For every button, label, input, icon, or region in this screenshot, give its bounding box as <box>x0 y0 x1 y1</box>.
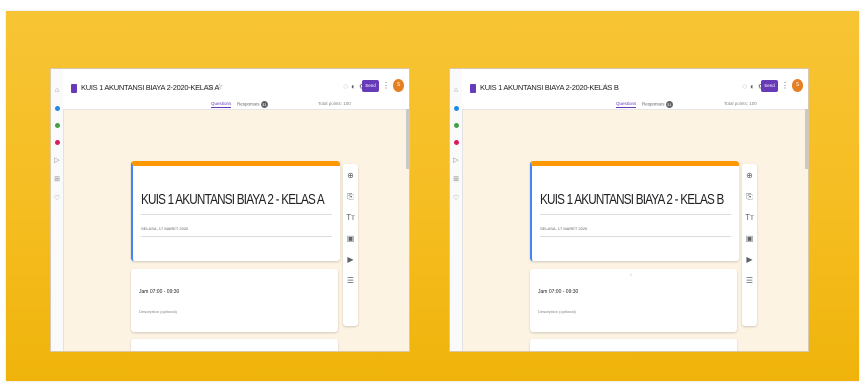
add-title-icon[interactable]: Tт <box>745 213 754 223</box>
tab-responses-label: Responses <box>642 101 665 107</box>
form-header-card[interactable]: KUIS 1 AKUNTANSI BIAYA 2 - KELAS B SELAS… <box>530 161 739 261</box>
play-icon[interactable]: ▷ <box>453 157 458 164</box>
star-icon[interactable]: ☆ <box>216 82 223 91</box>
forms-logo-icon <box>71 84 77 93</box>
section-title[interactable]: Jam 07:00 - 09:30 <box>139 289 179 295</box>
form-header-card[interactable]: KUIS 1 AKUNTANSI BIAYA 2 - KELAS A SELAS… <box>131 161 340 261</box>
avatar[interactable]: S <box>393 79 404 92</box>
tab-questions[interactable]: Questions <box>211 101 232 108</box>
send-button[interactable]: Send <box>761 80 778 92</box>
drag-handle-icon[interactable]: ⁞⁞ <box>630 272 632 277</box>
grid-icon[interactable]: ⊞ <box>453 176 459 183</box>
slide-background: ⌂ ▷ ⊞ ♡ KUIS 1 AKUNTANSI BIAYA 2-2020-KE… <box>6 11 859 381</box>
total-points: Total points: 100 <box>318 101 351 106</box>
whatsapp-icon[interactable] <box>453 123 459 128</box>
instagram-icon[interactable] <box>54 140 60 145</box>
add-section-icon[interactable]: ☰ <box>347 276 354 286</box>
import-icon[interactable]: ⎘ <box>746 192 752 202</box>
home-icon[interactable]: ⌂ <box>454 87 458 94</box>
next-card[interactable] <box>530 339 737 351</box>
eye-icon[interactable]: ◐ <box>351 82 359 91</box>
responses-count-badge: 31 <box>260 101 268 108</box>
section-card[interactable]: Jam 07:00 - 09:30 Description (optional) <box>131 269 338 332</box>
add-section-icon[interactable]: ☰ <box>746 276 753 286</box>
divider <box>141 236 332 237</box>
tab-responses[interactable]: Responses 31 <box>237 101 268 108</box>
section-card[interactable]: ⁞⁞ Jam 07:00 - 09:30 Description (option… <box>530 269 737 332</box>
tab-responses-label: Responses <box>237 101 260 107</box>
eye-icon[interactable]: ◐ <box>750 82 758 91</box>
responses-count-badge: 31 <box>665 101 673 108</box>
document-title[interactable]: KUIS 1 AKUNTANSI BIAYA 2-2020-KELAS B <box>480 83 619 92</box>
add-image-icon[interactable]: ▣ <box>746 234 754 244</box>
heart-icon[interactable]: ♡ <box>453 195 459 202</box>
import-icon[interactable]: ⎘ <box>347 192 353 202</box>
browser-sidebar: ⌂ ▷ ⊞ ♡ <box>51 69 64 351</box>
tab-responses[interactable]: Responses 31 <box>642 101 673 108</box>
messenger-icon[interactable] <box>453 106 459 111</box>
divider <box>540 236 731 237</box>
next-card[interactable] <box>131 339 338 351</box>
total-points: Total points: 100 <box>724 101 757 106</box>
add-image-icon[interactable]: ▣ <box>347 234 355 244</box>
folder-icon[interactable]: ▭ <box>206 82 214 91</box>
play-icon[interactable]: ▷ <box>54 157 59 164</box>
whatsapp-icon[interactable] <box>54 123 60 128</box>
palette-icon[interactable]: ◌ <box>742 82 750 91</box>
more-vert-icon[interactable]: ⋮ <box>382 81 390 90</box>
divider <box>141 214 332 215</box>
document-title[interactable]: KUIS 1 AKUNTANSI BIAYA 2-2020-KELAS A <box>81 83 219 92</box>
scrollbar[interactable] <box>805 109 808 169</box>
form-description[interactable]: SELASA, 17 MARET 2020 <box>141 226 188 231</box>
avatar[interactable]: S <box>792 79 803 92</box>
star-icon[interactable]: ☆ <box>602 82 609 91</box>
section-description[interactable]: Description (optional) <box>538 309 576 314</box>
forms-logo-icon <box>470 84 476 93</box>
palette-icon[interactable]: ◌ <box>343 82 351 91</box>
instagram-icon[interactable] <box>453 140 459 145</box>
send-button[interactable]: Send <box>362 80 379 92</box>
add-title-icon[interactable]: Tт <box>346 213 355 223</box>
add-video-icon[interactable]: ▶ <box>347 255 353 265</box>
tab-questions[interactable]: Questions <box>616 101 637 108</box>
scrollbar[interactable] <box>406 109 409 169</box>
form-screenshot-b: ⌂ ▷ ⊞ ♡ KUIS 1 AKUNTANSI BIAYA 2-2020-KE… <box>449 68 809 352</box>
add-question-icon[interactable]: ⊕ <box>746 171 753 181</box>
floating-toolbar: ⊕ ⎘ Tт ▣ ▶ ☰ <box>742 164 757 326</box>
form-tabs: Questions Responses 31 Total points: 100 <box>63 101 409 111</box>
section-description[interactable]: Description (optional) <box>139 309 177 314</box>
add-video-icon[interactable]: ▶ <box>746 255 752 265</box>
form-screenshot-a: ⌂ ▷ ⊞ ♡ KUIS 1 AKUNTANSI BIAYA 2-2020-KE… <box>50 68 410 352</box>
messenger-icon[interactable] <box>54 106 60 111</box>
heart-icon[interactable]: ♡ <box>54 195 60 202</box>
form-tabs: Questions Responses 31 Total points: 100 <box>462 101 808 111</box>
form-title[interactable]: KUIS 1 AKUNTANSI BIAYA 2 - KELAS B <box>540 191 724 208</box>
more-vert-icon[interactable]: ⋮ <box>781 81 789 90</box>
floating-toolbar: ⊕ ⎘ Tт ▣ ▶ ☰ <box>343 164 358 326</box>
form-description[interactable]: SELASA, 17 MARET 2020 <box>540 226 587 231</box>
divider <box>540 214 731 215</box>
form-title[interactable]: KUIS 1 AKUNTANSI BIAYA 2 - KELAS A <box>141 191 325 208</box>
grid-icon[interactable]: ⊞ <box>54 176 60 183</box>
home-icon[interactable]: ⌂ <box>55 87 59 94</box>
add-question-icon[interactable]: ⊕ <box>347 171 354 181</box>
browser-sidebar: ⌂ ▷ ⊞ ♡ <box>450 69 463 351</box>
section-title[interactable]: Jam 07:00 - 09:30 <box>538 289 578 295</box>
